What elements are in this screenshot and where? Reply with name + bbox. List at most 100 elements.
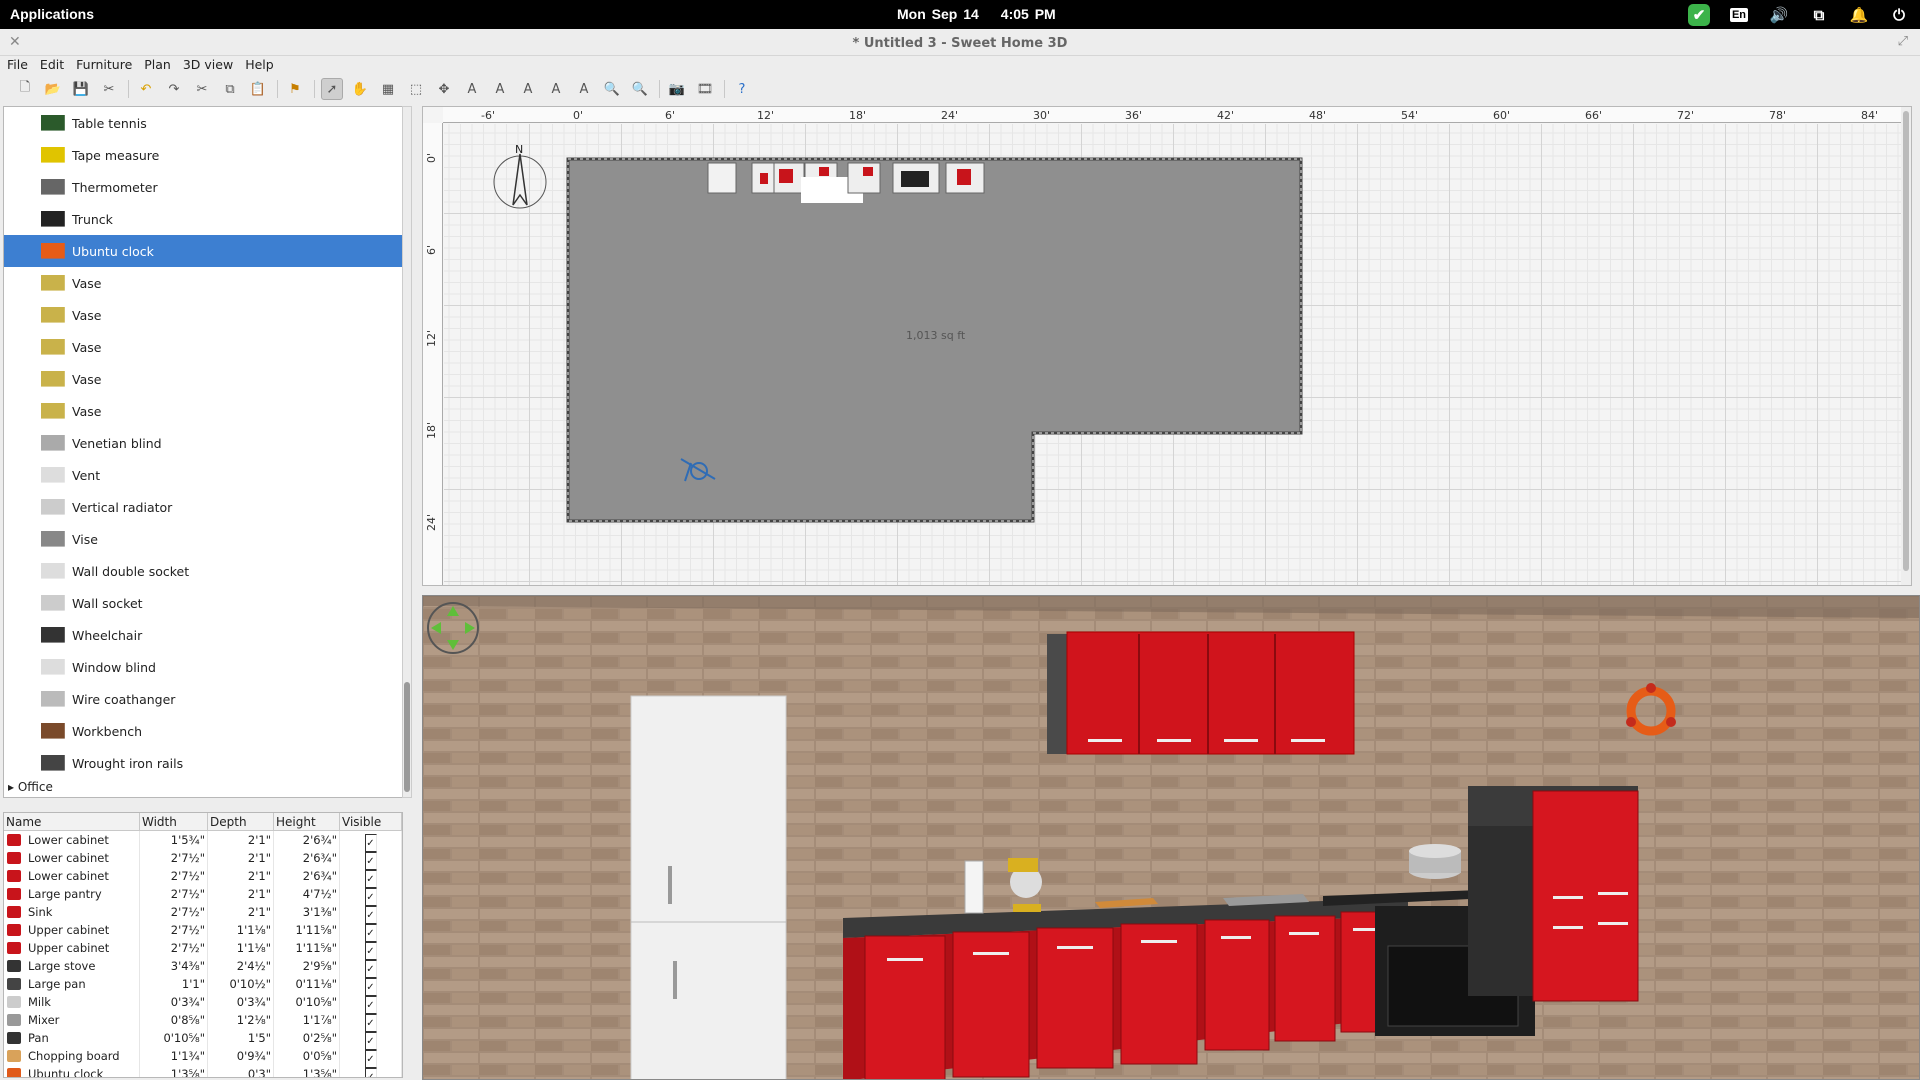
increase-text-size-icon[interactable]: A bbox=[517, 78, 539, 100]
catalog-item[interactable]: Wrought iron rails bbox=[4, 747, 402, 779]
table-row[interactable]: Sink 2'7½" 2'1" 3'1⅜" ✓ bbox=[4, 903, 402, 924]
menu-edit[interactable]: Edit bbox=[34, 56, 70, 76]
decrease-text-size-icon[interactable]: A bbox=[489, 78, 511, 100]
clock[interactable]: Mon Sep 14 4:05 PM bbox=[897, 6, 1078, 22]
menu-3d-view[interactable]: 3D view bbox=[177, 56, 239, 76]
catalog-item[interactable]: Window blind bbox=[4, 651, 402, 683]
plan-scrollbar[interactable] bbox=[1901, 107, 1911, 585]
room-area-label[interactable]: 1,013 sq ft bbox=[906, 329, 965, 342]
zoom-in-icon[interactable]: 🔍 bbox=[601, 78, 623, 100]
cell-name: Upper cabinet bbox=[4, 939, 140, 957]
cell-height: 0'10⅝" bbox=[274, 993, 340, 1011]
catalog-item[interactable]: Wall double socket bbox=[4, 555, 402, 587]
notifications-bell-icon[interactable]: 🔔 bbox=[1848, 5, 1870, 25]
cell-name: Lower cabinet bbox=[4, 831, 140, 849]
create-rooms-icon[interactable]: ⬚ bbox=[405, 78, 427, 100]
update-check-icon[interactable]: ✔ bbox=[1688, 4, 1710, 26]
catalog-item[interactable]: Vise bbox=[4, 523, 402, 555]
column-header-height[interactable]: Height bbox=[274, 813, 340, 831]
catalog-item[interactable]: Ubuntu clock bbox=[4, 235, 402, 267]
column-header-width[interactable]: Width bbox=[140, 813, 208, 831]
power-icon[interactable]: ⏻ bbox=[1888, 5, 1910, 25]
redo-icon[interactable]: ↷ bbox=[163, 78, 185, 100]
table-row[interactable]: Upper cabinet 2'7½" 1'1⅛" 1'11⅝" ✓ bbox=[4, 921, 402, 942]
catalog-item[interactable]: Venetian blind bbox=[4, 427, 402, 459]
paste-icon[interactable]: 📋 bbox=[247, 78, 269, 100]
vertical-splitter[interactable] bbox=[405, 104, 419, 1080]
cell-name-text: Ubuntu clock bbox=[28, 1067, 104, 1078]
table-row[interactable]: Large pantry 2'7½" 2'1" 4'7½" ✓ bbox=[4, 885, 402, 906]
catalog-item[interactable]: Vertical radiator bbox=[4, 491, 402, 523]
catalog-item[interactable]: Vase bbox=[4, 363, 402, 395]
catalog-item[interactable]: Tape measure bbox=[4, 139, 402, 171]
undo-icon[interactable]: ↶ bbox=[135, 78, 157, 100]
catalog-item[interactable]: Vase bbox=[4, 267, 402, 299]
cut-icon[interactable]: ✂ bbox=[191, 78, 213, 100]
plan-scrollbar-thumb[interactable] bbox=[1903, 111, 1909, 571]
3d-view[interactable] bbox=[422, 595, 1920, 1080]
maximize-window-icon[interactable]: ⤢ bbox=[1898, 34, 1908, 49]
trunk-icon bbox=[36, 206, 70, 232]
catalog-item[interactable]: Vase bbox=[4, 299, 402, 331]
furniture-catalog-tree[interactable]: Table tennis Tape measure Thermometer Trunc… bbox=[3, 106, 403, 798]
table-row[interactable]: Chopping board 1'1¾" 0'9¾" 0'0⅝" ✓ bbox=[4, 1047, 402, 1068]
catalog-item[interactable]: Vase bbox=[4, 395, 402, 427]
menu-furniture[interactable]: Furniture bbox=[70, 56, 138, 76]
furniture-thumbnail-icon bbox=[7, 1032, 21, 1044]
catalog-item[interactable]: Vase bbox=[4, 331, 402, 363]
plan-view[interactable]: -6' 0' 6' 12' 18' 24' 30' 36' 42' 48' 54' 60' 66' 72'… bbox=[422, 106, 1912, 586]
italic-text-icon[interactable]: A bbox=[573, 78, 595, 100]
menu-plan[interactable]: Plan bbox=[138, 56, 177, 76]
column-header-visible[interactable]: Visible bbox=[340, 813, 402, 831]
copy-icon[interactable]: ⧉ bbox=[219, 78, 241, 100]
preferences-icon[interactable]: ✂ bbox=[98, 78, 120, 100]
table-row[interactable]: Lower cabinet 2'7½" 2'1" 2'6¾" ✓ bbox=[4, 849, 402, 870]
create-video-icon[interactable]: 🎞 bbox=[694, 78, 716, 100]
volume-icon[interactable]: 🔊 bbox=[1768, 5, 1790, 25]
network-icon[interactable]: ⧉ bbox=[1808, 5, 1830, 25]
select-mode-icon[interactable]: ➚ bbox=[321, 78, 343, 100]
table-row[interactable]: Upper cabinet 2'7½" 1'1⅛" 1'11⅝" ✓ bbox=[4, 939, 402, 960]
catalog-item[interactable]: Wire coathanger bbox=[4, 683, 402, 715]
table-row[interactable]: Lower cabinet 2'7½" 2'1" 2'6¾" ✓ bbox=[4, 867, 402, 888]
zoom-out-icon[interactable]: 🔍 bbox=[629, 78, 651, 100]
table-row[interactable]: Milk 0'3¾" 0'3¾" 0'10⅝" ✓ bbox=[4, 993, 402, 1014]
catalog-item[interactable]: Vent bbox=[4, 459, 402, 491]
add-text-icon[interactable]: A bbox=[461, 78, 483, 100]
table-row[interactable]: Large pan 1'1" 0'10½" 0'11⅛" ✓ bbox=[4, 975, 402, 996]
new-home-icon[interactable]: 🗋 bbox=[14, 78, 36, 100]
create-dimensions-icon[interactable]: ✥ bbox=[433, 78, 455, 100]
furniture-list-table[interactable]: Name Width Depth Height Visible Lower ca… bbox=[3, 812, 403, 1078]
catalog-category-office[interactable]: ▸ Office bbox=[8, 780, 53, 794]
help-icon[interactable]: ? bbox=[731, 78, 753, 100]
catalog-item[interactable]: Trunck bbox=[4, 203, 402, 235]
add-furniture-icon[interactable]: ⚑ bbox=[284, 78, 306, 100]
table-row[interactable]: Mixer 0'8⅝" 1'2⅛" 1'1⅞" ✓ bbox=[4, 1011, 402, 1032]
keyboard-layout-indicator[interactable]: En bbox=[1728, 5, 1750, 25]
applications-menu[interactable]: Applications bbox=[10, 6, 94, 22]
column-header-depth[interactable]: Depth bbox=[208, 813, 274, 831]
cell-visible: ✓ bbox=[340, 831, 402, 852]
catalog-item[interactable]: Thermometer bbox=[4, 171, 402, 203]
menu-file[interactable]: File bbox=[0, 56, 34, 76]
visible-checkbox[interactable]: ✓ bbox=[364, 1068, 377, 1077]
open-icon[interactable]: 📂 bbox=[42, 78, 64, 100]
compass-icon[interactable] bbox=[493, 153, 547, 209]
catalog-item[interactable]: Wheelchair bbox=[4, 619, 402, 651]
double-socket-icon bbox=[36, 558, 70, 584]
table-row[interactable]: Ubuntu clock 1'3⅝" 0'3" 1'3⅝" ✓ bbox=[4, 1065, 402, 1078]
create-walls-icon[interactable]: ▦ bbox=[377, 78, 399, 100]
catalog-item[interactable]: Workbench bbox=[4, 715, 402, 747]
create-photo-icon[interactable]: 📷 bbox=[666, 78, 688, 100]
save-icon[interactable]: 💾 bbox=[70, 78, 92, 100]
column-header-name[interactable]: Name bbox=[4, 813, 140, 831]
vase-icon bbox=[36, 398, 70, 424]
menu-help[interactable]: Help bbox=[239, 56, 280, 76]
table-row[interactable]: Lower cabinet 1'5¾" 2'1" 2'6¾" ✓ bbox=[4, 831, 402, 852]
catalog-item[interactable]: Table tennis bbox=[4, 107, 402, 139]
table-row[interactable]: Pan 0'10⅝" 1'5" 0'2⅝" ✓ bbox=[4, 1029, 402, 1050]
bold-text-icon[interactable]: A bbox=[545, 78, 567, 100]
table-row[interactable]: Large stove 3'4⅜" 2'4½" 2'9⅝" ✓ bbox=[4, 957, 402, 978]
pan-mode-icon[interactable]: ✋ bbox=[349, 78, 371, 100]
catalog-item[interactable]: Wall socket bbox=[4, 587, 402, 619]
